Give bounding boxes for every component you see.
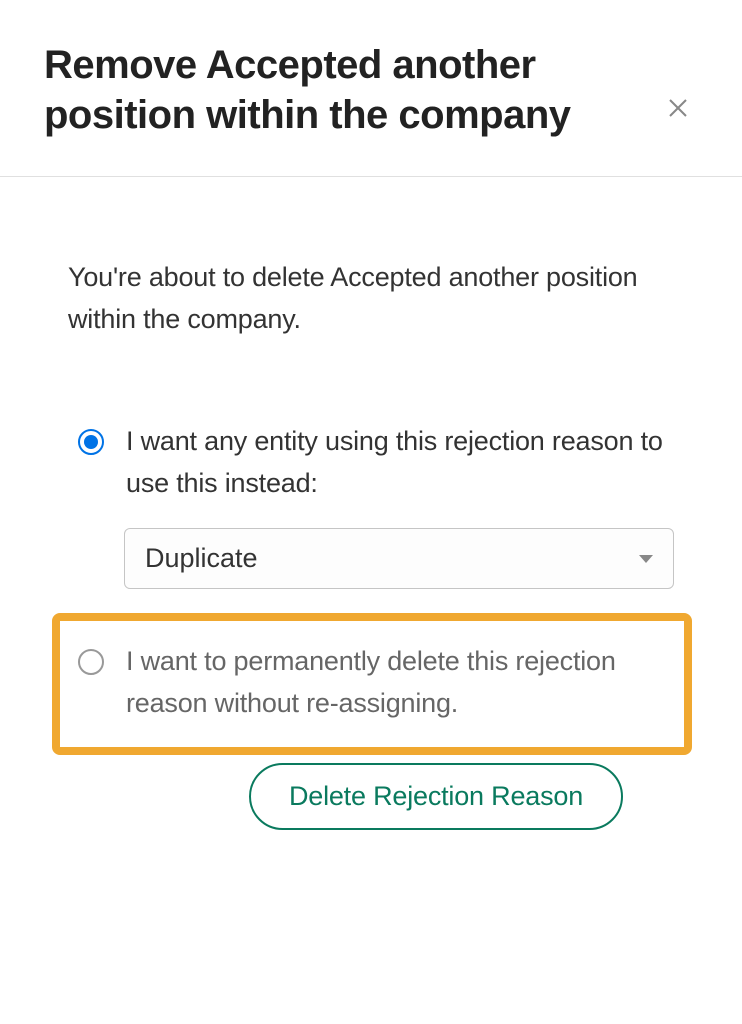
- close-button[interactable]: [658, 88, 698, 128]
- replacement-reason-select[interactable]: Duplicate: [124, 528, 674, 589]
- radio-label-permanent-delete: I want to permanently delete this reject…: [126, 641, 666, 725]
- modal-body: You're about to delete Accepted another …: [0, 177, 742, 870]
- intro-text: You're about to delete Accepted another …: [68, 257, 674, 341]
- select-wrapper: Duplicate: [124, 528, 674, 589]
- radio-group: I want any entity using this rejection r…: [68, 421, 674, 830]
- modal-header: Remove Accepted another position within …: [0, 0, 742, 177]
- delete-rejection-reason-button[interactable]: Delete Rejection Reason: [249, 763, 623, 830]
- select-value: Duplicate: [145, 543, 258, 574]
- radio-option-permanent-delete[interactable]: I want to permanently delete this reject…: [78, 641, 666, 725]
- close-icon: [666, 96, 690, 120]
- radio-option-reassign[interactable]: I want any entity using this rejection r…: [68, 421, 674, 505]
- radio-unselected-icon: [78, 649, 104, 675]
- radio-selected-icon: [78, 429, 104, 455]
- action-row: Delete Rejection Reason: [68, 763, 674, 830]
- highlighted-option: I want to permanently delete this reject…: [52, 613, 692, 755]
- radio-label-reassign: I want any entity using this rejection r…: [126, 421, 664, 505]
- chevron-down-icon: [639, 555, 653, 563]
- modal-title: Remove Accepted another position within …: [44, 40, 658, 140]
